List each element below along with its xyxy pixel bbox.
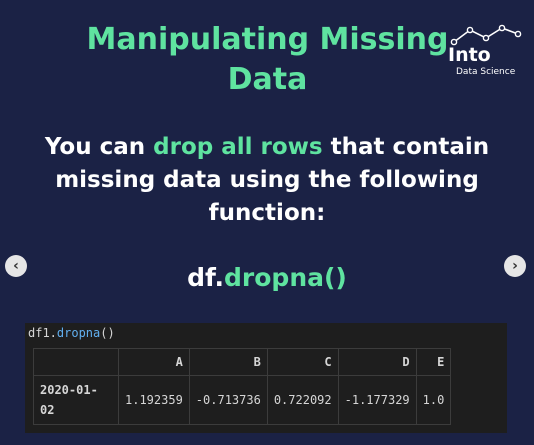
table-cell: -1.177329 xyxy=(337,375,417,425)
code-object: df. xyxy=(187,263,225,292)
body-text: You can drop all rows that contain missi… xyxy=(25,131,509,230)
table-cell: 1.192359 xyxy=(118,375,190,425)
slide-title: Manipulating Missing Data xyxy=(86,22,449,97)
code-line-object: df1. xyxy=(28,326,57,340)
function-code: df.dropna() xyxy=(0,262,534,294)
column-header: B xyxy=(188,348,268,376)
code-line-method: dropna xyxy=(56,326,101,340)
column-header-index xyxy=(33,348,119,376)
column-header: A xyxy=(118,348,190,376)
table-cell: 0.722092 xyxy=(266,375,339,425)
trend-line-icon xyxy=(450,24,522,46)
logo-word: Into xyxy=(448,44,491,66)
table-cell: 1.0 xyxy=(415,375,452,425)
body-text-pre: You can xyxy=(44,134,154,160)
chevron-left-icon: ‹ xyxy=(13,258,19,274)
table-cell: -0.713736 xyxy=(188,375,268,425)
body-text-highlight: drop all rows xyxy=(153,134,323,160)
notebook-code-line: df1.dropna() xyxy=(28,326,115,340)
logo-subtitle: Data Science xyxy=(456,67,516,77)
slide: Manipulating Missing Data Into Data Scie… xyxy=(0,0,534,445)
code-method: dropna() xyxy=(224,263,347,292)
next-slide-button[interactable]: › xyxy=(504,255,526,277)
prev-slide-button[interactable]: ‹ xyxy=(5,255,27,277)
column-header: D xyxy=(337,348,417,376)
table-row: 2020-01-02 1.192359 -0.713736 0.722092 -… xyxy=(33,375,452,425)
dataframe-table: A B C D E 2020-01-02 1.192359 -0.713736 … xyxy=(33,348,452,425)
table-header-row: A B C D E xyxy=(33,348,452,376)
logo: Into Data Science xyxy=(448,22,528,82)
row-index: 2020-01-02 xyxy=(33,375,119,425)
chevron-right-icon: › xyxy=(512,258,518,274)
column-header: E xyxy=(415,348,452,376)
column-header: C xyxy=(266,348,339,376)
notebook-output: df1.dropna() A B C D E 2020-01-02 1.1923… xyxy=(25,323,507,433)
code-line-args: () xyxy=(100,326,115,340)
